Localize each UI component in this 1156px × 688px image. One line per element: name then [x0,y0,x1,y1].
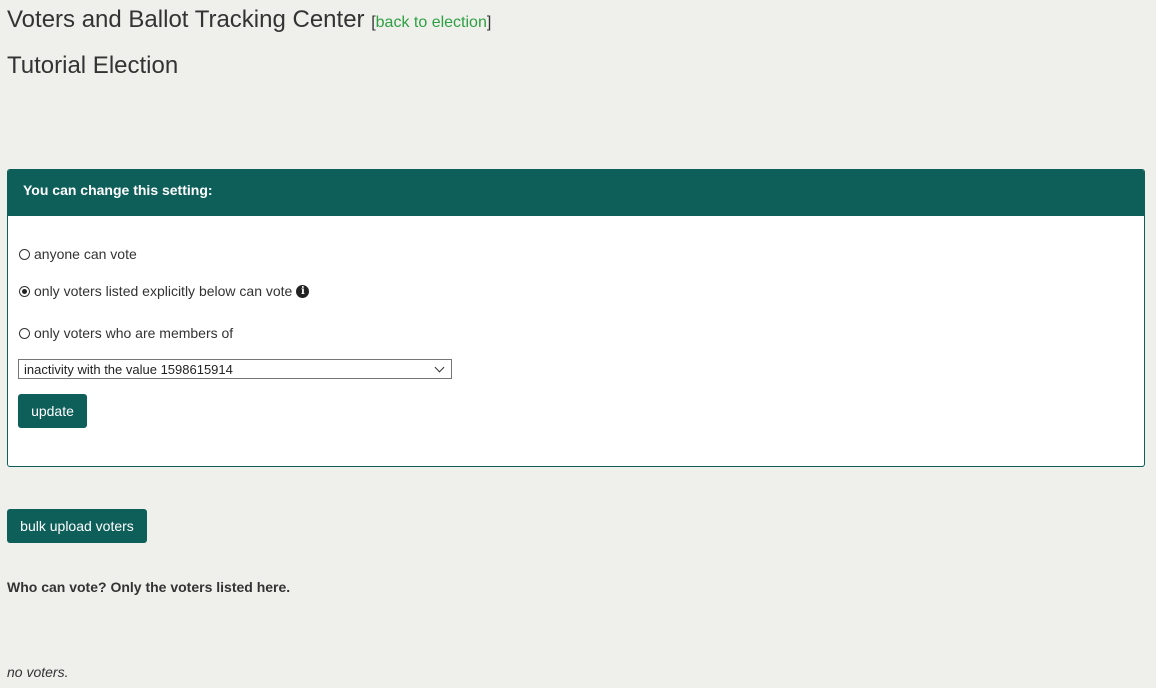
option-members-of[interactable]: only voters who are members of [19,325,233,341]
option-label: anyone can vote [34,246,137,262]
option-label: only voters listed explicitly below can … [34,283,293,299]
chevron-down-icon [434,362,445,372]
page-header: Voters and Ballot Tracking Center [back … [7,6,491,34]
category-select-value: inactivity with the value 1598615914 [24,361,233,377]
back-to-election-link[interactable]: back to election [376,14,487,31]
bracket-close: ] [486,14,492,31]
bulk-upload-voters-button[interactable]: bulk upload voters [7,509,147,543]
option-label: only voters who are members of [34,325,234,341]
voters-heading: Who can vote? Only the voters listed her… [7,579,291,595]
radio-members-of[interactable] [19,327,30,339]
back-link-wrapper: [back to election] [371,14,491,31]
eligibility-settings-panel: You can change this setting: anyone can … [7,169,1145,467]
option-anyone-can-vote[interactable]: anyone can vote [19,246,137,262]
page-title: Voters and Ballot Tracking Center [7,6,365,33]
panel-heading: You can change this setting: [8,170,1144,216]
radio-anyone-can-vote[interactable] [19,248,30,260]
update-button[interactable]: update [18,394,87,428]
info-icon[interactable]: i [296,284,310,298]
empty-voters-message: no voters. [7,664,69,680]
option-listed-voters-only[interactable]: only voters listed explicitly below can … [19,283,310,299]
radio-listed-voters-only[interactable] [19,285,30,297]
category-select[interactable]: inactivity with the value 1598615914 [18,359,452,379]
election-title: Tutorial Election [7,52,179,79]
